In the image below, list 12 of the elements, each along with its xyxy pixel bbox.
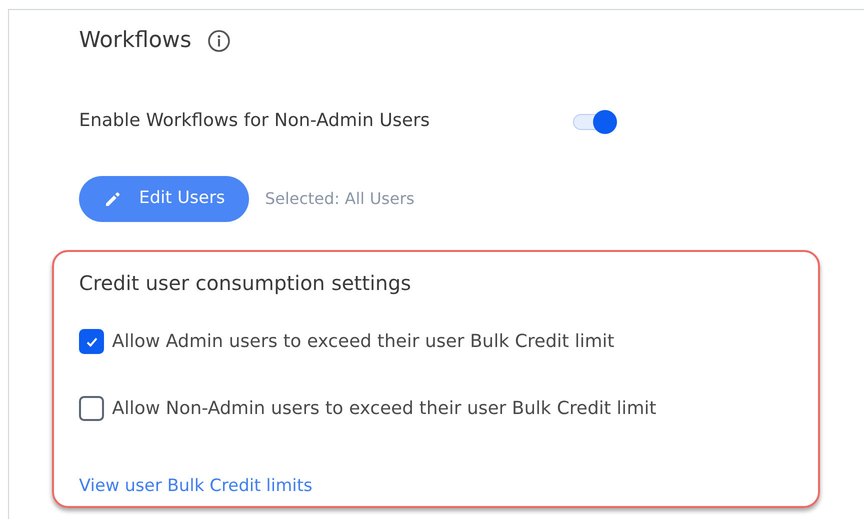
- info-icon[interactable]: [207, 28, 232, 52]
- checkbox[interactable]: [79, 329, 104, 354]
- toggle-switch[interactable]: [571, 108, 619, 134]
- option-label: Allow Admin users to exceed their user Bulk Credit limit: [112, 330, 614, 354]
- option-label: Allow Non-Admin users to exceed their user Bulk Credit limit: [112, 397, 656, 421]
- section-title: Workflows: [79, 27, 192, 55]
- checkbox[interactable]: [79, 396, 104, 421]
- view-limits-link[interactable]: View user Bulk Credit limits: [79, 474, 312, 500]
- selection-text: Selected: All Users: [264, 188, 414, 210]
- toggle-label: Enable Workflows for Non-Admin Users: [79, 109, 431, 133]
- subsection-title: Credit user consumption settings: [79, 270, 412, 297]
- edit-users-button[interactable]: Edit Users: [79, 176, 249, 222]
